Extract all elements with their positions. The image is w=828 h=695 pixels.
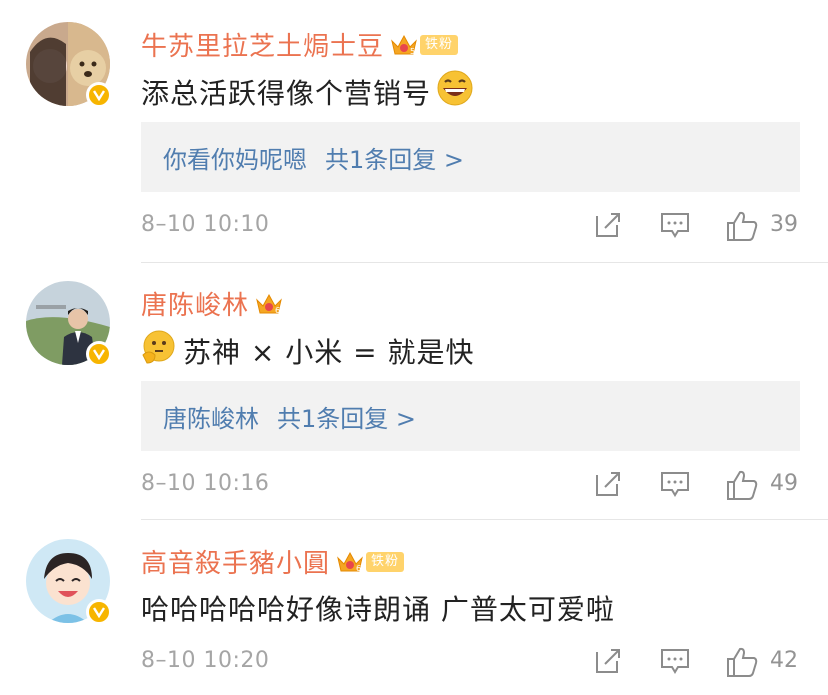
comment-icon[interactable]: [659, 469, 691, 503]
fan-crown-icon: 6: [336, 550, 364, 574]
username-text[interactable]: 牛苏里拉芝土焗士豆: [141, 26, 384, 63]
like-icon[interactable]: [725, 210, 759, 246]
username[interactable]: 唐陈峻林 6: [141, 285, 283, 322]
like-icon[interactable]: [725, 469, 759, 505]
reply-preview[interactable]: 你看你妈呢嗯 共1条回复 >: [141, 122, 800, 192]
more-replies-link[interactable]: 共1条回复 >: [325, 140, 464, 175]
comment-text: 苏神 × 小米 = 就是快: [141, 329, 475, 372]
comment-icon[interactable]: [659, 646, 691, 680]
like-count: 42: [770, 648, 798, 673]
verified-icon: [86, 82, 112, 108]
svg-text:6: 6: [275, 306, 281, 315]
svg-text:5: 5: [410, 47, 416, 56]
avatar[interactable]: [26, 539, 112, 625]
share-icon[interactable]: [593, 469, 623, 503]
avatar[interactable]: [26, 22, 112, 108]
verified-icon: [86, 599, 112, 625]
svg-text:6: 6: [356, 564, 362, 573]
comment-meta: 8–10 10:20 42: [141, 646, 801, 682]
share-icon[interactable]: [593, 646, 623, 680]
comment-text-content: 哈哈哈哈哈好像诗朗诵 广普太可爱啦: [141, 593, 615, 626]
like-count: 49: [770, 471, 798, 496]
username[interactable]: 高音殺手豬小圓 6 铁粉: [141, 543, 405, 580]
like-icon[interactable]: [725, 646, 759, 682]
verified-icon: [86, 341, 112, 367]
comment-text-content: 添总活跃得像个营销号: [141, 76, 432, 110]
comment-time: 8–10 10:20: [141, 648, 270, 673]
comment-text: 哈哈哈哈哈好像诗朗诵 广普太可爱啦: [141, 588, 615, 628]
share-icon[interactable]: [593, 210, 623, 244]
more-replies-link[interactable]: 共1条回复 >: [277, 399, 416, 434]
username-text[interactable]: 高音殺手豬小圓: [141, 543, 330, 580]
username-text[interactable]: 唐陈峻林: [141, 285, 249, 322]
avatar[interactable]: [26, 281, 112, 367]
comment-text: 添总活跃得像个营销号: [141, 70, 473, 113]
reply-author[interactable]: 唐陈峻林: [163, 399, 259, 434]
comment-meta: 8–10 10:10 39: [141, 210, 801, 246]
comment-icon[interactable]: [659, 210, 691, 244]
divider: [141, 262, 828, 263]
like-count: 39: [770, 212, 798, 237]
comment-text-content: 苏神 × 小米 = 就是快: [183, 335, 475, 369]
reply-author[interactable]: 你看你妈呢嗯: [163, 140, 307, 175]
thinking-emoji-icon: [141, 329, 177, 372]
grin-emoji-icon: [437, 70, 473, 113]
comment-time: 8–10 10:16: [141, 471, 270, 496]
reply-preview[interactable]: 唐陈峻林 共1条回复 >: [141, 381, 800, 451]
comment-meta: 8–10 10:16 49: [141, 469, 801, 505]
fan-badge: 铁粉: [366, 551, 405, 572]
fan-crown-icon: 6: [255, 292, 283, 316]
divider: [141, 519, 828, 520]
username[interactable]: 牛苏里拉芝土焗士豆 5 铁粉: [141, 26, 459, 63]
fan-badge: 铁粉: [420, 34, 459, 55]
fan-crown-icon: 5: [390, 33, 418, 57]
comment-time: 8–10 10:10: [141, 212, 270, 237]
